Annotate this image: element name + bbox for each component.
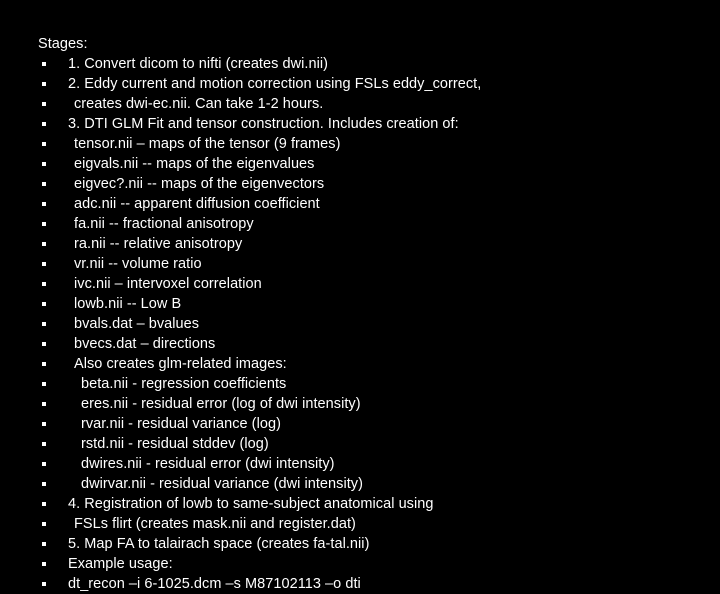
- square-bullet-icon: [42, 542, 46, 546]
- list-item-label: lowb.nii -- Low B: [74, 296, 182, 312]
- list-item: lowb.nii -- Low B: [38, 294, 698, 314]
- square-bullet-icon: [42, 122, 46, 126]
- list-item-label: rstd.nii - residual stddev (log): [81, 436, 269, 452]
- list-item: creates dwi-ec.nii. Can take 1-2 hours.: [38, 94, 698, 114]
- square-bullet-icon: [42, 342, 46, 346]
- square-bullet-icon: [42, 502, 46, 506]
- list-item: ivc.nii – intervoxel correlation: [38, 274, 698, 294]
- square-bullet-icon: [42, 382, 46, 386]
- list-item: fa.nii -- fractional anisotropy: [38, 214, 698, 234]
- list-item-label: vr.nii -- volume ratio: [74, 256, 202, 272]
- list-item-label: FSLs flirt (creates mask.nii and registe…: [74, 516, 356, 532]
- list-item: bvals.dat – bvalues: [38, 314, 698, 334]
- square-bullet-icon: [42, 442, 46, 446]
- slide-content-body: Stages: 1. Convert dicom to nifti (creat…: [38, 34, 698, 594]
- square-bullet-icon: [42, 562, 46, 566]
- list-item-label: dwires.nii - residual error (dwi intensi…: [81, 456, 335, 472]
- square-bullet-icon: [42, 482, 46, 486]
- list-item-label: eres.nii - residual error (log of dwi in…: [81, 396, 361, 412]
- square-bullet-icon: [42, 322, 46, 326]
- square-bullet-icon: [42, 522, 46, 526]
- list-item: dwirvar.nii - residual variance (dwi int…: [38, 474, 698, 494]
- list-item: vr.nii -- volume ratio: [38, 254, 698, 274]
- list-item-label: 5. Map FA to talairach space (creates fa…: [68, 536, 370, 552]
- list-item-label: ra.nii -- relative anisotropy: [74, 236, 243, 252]
- square-bullet-icon: [42, 262, 46, 266]
- square-bullet-icon: [42, 162, 46, 166]
- list-item: 3. DTI GLM Fit and tensor construction. …: [38, 114, 698, 134]
- list-item: rstd.nii - residual stddev (log): [38, 434, 698, 454]
- list-item: adc.nii -- apparent diffusion coefficien…: [38, 194, 698, 214]
- list-item: eres.nii - residual error (log of dwi in…: [38, 394, 698, 414]
- square-bullet-icon: [42, 402, 46, 406]
- slide-canvas: Stages: 1. Convert dicom to nifti (creat…: [0, 0, 720, 592]
- list-item-label: ivc.nii – intervoxel correlation: [74, 276, 262, 292]
- square-bullet-icon: [42, 102, 46, 106]
- list-item: rvar.nii - residual variance (log): [38, 414, 698, 434]
- list-item-label: fa.nii -- fractional anisotropy: [74, 216, 254, 232]
- list-item-label: bvals.dat – bvalues: [74, 316, 200, 332]
- list-item: ra.nii -- relative anisotropy: [38, 234, 698, 254]
- square-bullet-icon: [42, 62, 46, 66]
- square-bullet-icon: [42, 82, 46, 86]
- list-item-label: creates dwi-ec.nii. Can take 1-2 hours.: [74, 96, 324, 112]
- list-item-label: rvar.nii - residual variance (log): [81, 416, 281, 432]
- square-bullet-icon: [42, 422, 46, 426]
- square-bullet-icon: [42, 242, 46, 246]
- list-item: Example usage:: [38, 554, 698, 574]
- list-item-label: Example usage:: [68, 556, 173, 572]
- square-bullet-icon: [42, 302, 46, 306]
- list-item-label: dwirvar.nii - residual variance (dwi int…: [81, 476, 363, 492]
- stages-heading: Stages:: [38, 36, 88, 52]
- list-item-label: 3. DTI GLM Fit and tensor construction. …: [68, 116, 459, 132]
- square-bullet-icon: [42, 182, 46, 186]
- list-item: FSLs flirt (creates mask.nii and registe…: [38, 514, 698, 534]
- list-item-label: beta.nii - regression coefficients: [81, 376, 287, 392]
- list-item-label: Also creates glm-related images:: [74, 356, 287, 372]
- square-bullet-icon: [42, 222, 46, 226]
- square-bullet-icon: [42, 142, 46, 146]
- list-item: eigvals.nii -- maps of the eigenvalues: [38, 154, 698, 174]
- list-item-label: 1. Convert dicom to nifti (creates dwi.n…: [68, 56, 329, 72]
- list-item: tensor.nii – maps of the tensor (9 frame…: [38, 134, 698, 154]
- list-item-label: eigvec?.nii -- maps of the eigenvectors: [74, 176, 325, 192]
- list-item: 2. Eddy current and motion correction us…: [38, 74, 698, 94]
- list-item: beta.nii - regression coefficients: [38, 374, 698, 394]
- list-item-label: adc.nii -- apparent diffusion coefficien…: [74, 196, 320, 212]
- list-item-label: dt_recon –i 6-1025.dcm –s M87102113 –o d…: [68, 576, 361, 592]
- square-bullet-icon: [42, 462, 46, 466]
- list-item-label: tensor.nii – maps of the tensor (9 frame…: [74, 136, 341, 152]
- square-bullet-icon: [42, 202, 46, 206]
- list-item-label: bvecs.dat – directions: [74, 336, 216, 352]
- list-item: 4. Registration of lowb to same-subject …: [38, 494, 698, 514]
- list-item-label: 4. Registration of lowb to same-subject …: [68, 496, 434, 512]
- list-item-label: eigvals.nii -- maps of the eigenvalues: [74, 156, 315, 172]
- stages-bullet-list: 1. Convert dicom to nifti (creates dwi.n…: [38, 54, 698, 594]
- list-item: dwires.nii - residual error (dwi intensi…: [38, 454, 698, 474]
- square-bullet-icon: [42, 282, 46, 286]
- list-item: 5. Map FA to talairach space (creates fa…: [38, 534, 698, 554]
- list-item: bvecs.dat – directions: [38, 334, 698, 354]
- list-item: Also creates glm-related images:: [38, 354, 698, 374]
- list-item: 1. Convert dicom to nifti (creates dwi.n…: [38, 54, 698, 74]
- list-item-label: 2. Eddy current and motion correction us…: [68, 76, 482, 92]
- square-bullet-icon: [42, 582, 46, 586]
- square-bullet-icon: [42, 362, 46, 366]
- list-item: dt_recon –i 6-1025.dcm –s M87102113 –o d…: [38, 574, 698, 594]
- list-item: eigvec?.nii -- maps of the eigenvectors: [38, 174, 698, 194]
